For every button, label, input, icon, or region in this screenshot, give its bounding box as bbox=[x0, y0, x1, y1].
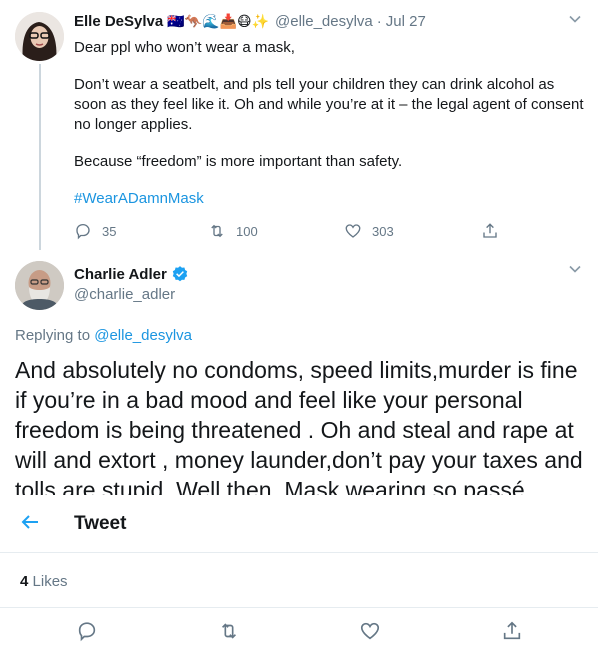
share-button[interactable] bbox=[501, 620, 523, 642]
author-name[interactable]: Elle DeSylva bbox=[74, 13, 163, 30]
avatar[interactable] bbox=[15, 261, 64, 310]
tweet-date[interactable]: Jul 27 bbox=[386, 13, 426, 30]
heart-icon bbox=[345, 224, 361, 238]
share-icon bbox=[483, 223, 497, 238]
reply-button[interactable]: 35 bbox=[74, 222, 116, 240]
tweet-text: Dear ppl who won’t wear a mask, Don’t we… bbox=[74, 38, 589, 226]
retweet-count: 100 bbox=[236, 223, 258, 239]
like-count: 303 bbox=[372, 223, 394, 239]
tweet-paragraph: Don’t wear a seatbelt, and pls tell your… bbox=[74, 76, 588, 133]
replying-to-prefix: Replying to bbox=[15, 327, 91, 344]
author-handle[interactable]: @elle_desylva bbox=[275, 13, 373, 30]
share-button[interactable] bbox=[481, 222, 509, 240]
reply-author-name-row: Charlie Adler bbox=[74, 265, 189, 283]
reply-author-block: Charlie Adler @charlie_adler bbox=[74, 265, 189, 303]
heart-icon bbox=[360, 622, 380, 640]
chevron-down-icon[interactable] bbox=[568, 12, 582, 29]
replying-to: Replying to @elle_desylva bbox=[15, 327, 192, 344]
thread-connector-line bbox=[39, 64, 41, 250]
retweet-button[interactable] bbox=[218, 620, 240, 642]
reply-icon bbox=[78, 622, 96, 642]
parent-tweet[interactable]: Elle DeSylva 🇦🇺🦘🌊📥😷✨ @elle_desylva · Jul… bbox=[0, 0, 598, 252]
tweet-action-bar bbox=[0, 608, 598, 654]
tweet-paragraph: Because “freedom” is more important than… bbox=[74, 153, 403, 170]
reply-button[interactable] bbox=[76, 620, 98, 642]
likes-count: 4 bbox=[20, 573, 29, 590]
header-bar: Tweet bbox=[0, 495, 598, 553]
share-icon bbox=[503, 621, 521, 640]
name-emoji-badges: 🇦🇺🦘🌊📥😷✨ bbox=[167, 13, 269, 30]
reply-count: 35 bbox=[102, 223, 117, 239]
reply-icon bbox=[76, 223, 90, 240]
hashtag-link[interactable]: #WearADamnMask bbox=[74, 189, 589, 209]
tweet-paragraph: Dear ppl who won’t wear a mask, bbox=[74, 39, 295, 56]
likes-summary[interactable]: 4 Likes bbox=[20, 573, 68, 590]
verified-badge-icon bbox=[171, 265, 189, 283]
tweet-header: Elle DeSylva 🇦🇺🦘🌊📥😷✨ @elle_desylva · Jul… bbox=[74, 13, 426, 30]
like-button[interactable] bbox=[359, 620, 381, 642]
retweet-icon bbox=[211, 224, 223, 238]
tweet-actions: 35 100 303 bbox=[74, 220, 524, 242]
avatar[interactable] bbox=[15, 12, 64, 61]
retweet-button[interactable]: 100 bbox=[208, 222, 258, 240]
back-arrow-icon[interactable] bbox=[18, 510, 42, 534]
likes-row[interactable]: 4 Likes bbox=[0, 553, 598, 608]
chevron-down-icon[interactable] bbox=[568, 262, 582, 279]
header-separator: · bbox=[376, 13, 382, 30]
reply-tweet-text: And absolutely no condoms, speed limits,… bbox=[15, 357, 583, 495]
page-title: Tweet bbox=[74, 513, 127, 534]
author-handle[interactable]: @charlie_adler bbox=[74, 286, 189, 303]
author-name[interactable]: Charlie Adler bbox=[74, 266, 167, 283]
like-button[interactable]: 303 bbox=[344, 222, 394, 240]
likes-label: Likes bbox=[32, 573, 68, 590]
retweet-icon bbox=[221, 623, 237, 639]
replying-to-handle[interactable]: @elle_desylva bbox=[94, 327, 192, 344]
